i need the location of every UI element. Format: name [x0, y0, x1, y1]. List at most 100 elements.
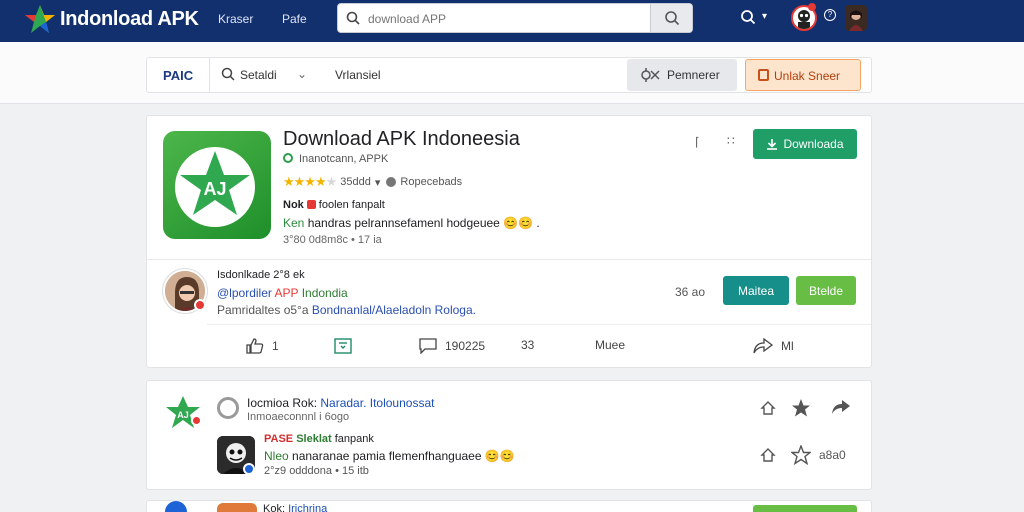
publisher-row: Inanotcann, APPK [283, 153, 388, 165]
comment-button[interactable]: 190225 [419, 338, 485, 354]
verified-icon [283, 153, 293, 163]
filter-brand-label[interactable]: PAIC [163, 68, 193, 83]
search-icon [664, 11, 679, 26]
handle-app: APP [274, 286, 299, 300]
tag-text: foolen fanpalt [318, 199, 385, 211]
divider [207, 324, 871, 325]
divider [209, 58, 210, 92]
filter-toolbar: PAIC Setaldi ⌄ Vrlansiel Pemnerer Unlak … [0, 42, 1024, 104]
notification-badge [808, 3, 816, 11]
reviews-link[interactable]: Ropecebads [400, 176, 462, 188]
settings-icon [639, 66, 661, 89]
feed-tag-row: PASE Sleklat fanpank [264, 433, 374, 445]
loading-ring-icon [217, 397, 239, 419]
app-icon[interactable]: AJ [163, 131, 271, 239]
app-thumbnail[interactable] [217, 503, 257, 512]
pin-icon[interactable] [759, 399, 777, 422]
tag-row: Nok foolen fanpalt [283, 199, 385, 211]
like-button[interactable]: 1 [246, 338, 279, 354]
feed-count: a8a0 [819, 448, 846, 462]
feed-meta: 2°z9 odddona • 15 itb [264, 465, 369, 477]
search-icon [346, 11, 360, 30]
pin-icon[interactable] [759, 446, 777, 469]
comment-count: 190225 [445, 339, 486, 353]
app-logo-icon[interactable] [165, 501, 187, 512]
star-rating-icon: ★★★★★ [283, 174, 337, 189]
more-label: Muee [595, 338, 626, 352]
tag-tail: fanpank [334, 433, 374, 445]
tag-green: Sleklat [296, 433, 332, 445]
nav-link-2[interactable]: Pafe [282, 12, 307, 26]
profile-avatar[interactable] [845, 5, 867, 31]
rating-row: ★★★★★ 35ddd ▾ Ropecebads [283, 174, 462, 190]
chevron-down-icon[interactable]: ▾ [375, 176, 381, 189]
peek-title[interactable]: Kok: Irichrina [263, 503, 327, 512]
flag-icon [306, 200, 316, 209]
description-keyword: Ken [283, 216, 305, 230]
teal-action-button[interactable]: Maitea [723, 276, 789, 305]
search-button[interactable] [650, 4, 692, 32]
thumbs-up-icon [246, 338, 264, 354]
comment-icon [419, 338, 437, 354]
chevron-down-icon[interactable]: ⌄ [297, 67, 307, 81]
search-bar [337, 3, 693, 33]
more-button[interactable]: Muee [595, 338, 625, 352]
verified-badge [243, 463, 255, 475]
description-text: handras pelrannsefamenl hodgeuee 😊😊 . [307, 216, 540, 230]
repost-count-label: 33 [521, 338, 535, 352]
rating-count: 35ddd [340, 176, 371, 188]
app-card: AJ Download APK Indoneesia Inanotcann, A… [146, 115, 872, 368]
share-icon[interactable] [831, 399, 851, 420]
filter-select[interactable]: Setaldi [240, 68, 277, 82]
post-text: Pamridaltes o5°a Bondnanlal/Alaeladoln R… [217, 303, 476, 317]
post-stat: 36 ao [675, 285, 706, 299]
feed-title-highlight: Naradar. Itolounossat [320, 396, 435, 410]
more-options-icon[interactable]: ∷ [727, 134, 735, 148]
top-navbar: Indonload APK Kraser Pafe ▾ ? [0, 0, 1024, 42]
version-filter[interactable]: Vrlansiel [335, 68, 381, 82]
download-button[interactable]: Downloada [753, 129, 857, 159]
tag-prefix: Nok [283, 199, 304, 211]
peek-title-tail: Irichrina [288, 503, 328, 512]
help-icon[interactable]: ? [824, 9, 836, 21]
preferences-button[interactable]: Pemnerer [627, 59, 737, 91]
header-search-icon[interactable] [740, 9, 756, 30]
app-title: Download APK Indoneesia [283, 128, 520, 150]
brand-name[interactable]: Indonload APK [60, 8, 199, 31]
star-icon[interactable] [791, 398, 811, 423]
feed-title[interactable]: Iocmioa Rok: Naradar. Itolounossat [247, 396, 434, 410]
feed-title-prefix: Iocmioa Rok: [247, 396, 318, 410]
divider [147, 259, 871, 260]
search-icon [221, 67, 235, 86]
search-input[interactable] [368, 9, 648, 29]
peek-title-prefix: Kok: [263, 503, 286, 512]
download-label: Downloada [783, 137, 844, 151]
unlock-label: Unlak Sneer [774, 69, 841, 83]
share-button[interactable]: Ml [753, 338, 794, 354]
app-meta: 3°80 0d8m8c • 17 ia [283, 234, 382, 246]
save-button[interactable] [334, 338, 360, 354]
svg-text:AJ: AJ [177, 410, 189, 420]
repost-count[interactable]: 33 [521, 338, 534, 352]
bookmark-icon [334, 338, 352, 354]
nav-link-1[interactable]: Kraser [218, 12, 253, 26]
post-tags[interactable]: Bondnanlal/Alaeladoln Rologa. [312, 303, 476, 317]
brand-logo-icon[interactable] [24, 4, 56, 34]
author-name[interactable]: Isdonlkade 2°8 ek [217, 269, 305, 281]
handle-prefix: @lpordiler [217, 286, 272, 300]
green-action-button[interactable]: Btelde [796, 276, 856, 305]
post-text-prefix: Pamridaltes o5°a [217, 303, 309, 317]
star-outline-icon[interactable] [790, 444, 812, 470]
unlock-button[interactable]: Unlak Sneer [745, 59, 861, 91]
feed-desc-text: nanaranae pamia flemenfhanguaee 😊😊 [292, 449, 515, 463]
author-handle[interactable]: @lpordiler APP Indondia [217, 286, 348, 300]
lock-icon [758, 69, 769, 81]
status-badge [191, 415, 202, 426]
publisher-name[interactable]: Inanotcann, APPK [299, 153, 388, 165]
chevron-down-icon[interactable]: ▾ [762, 11, 767, 22]
feed-description: Nleo nanaranae pamia flemenfhanguaee 😊😊 [264, 449, 515, 463]
pin-icon[interactable]: ⌈ [695, 135, 700, 149]
like-count: 1 [272, 339, 279, 353]
peek-action-button[interactable] [753, 505, 857, 512]
author-badge [194, 299, 206, 311]
